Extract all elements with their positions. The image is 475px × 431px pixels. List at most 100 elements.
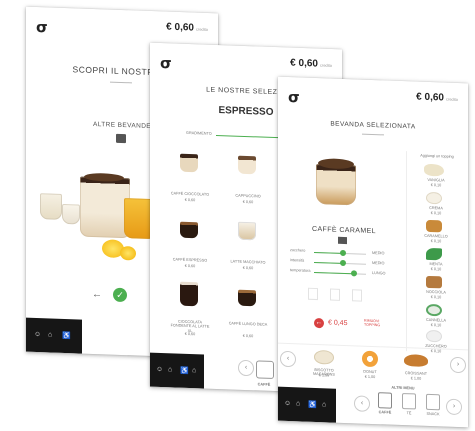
topping-item[interactable]: NOCCIOLA € 0,10 bbox=[414, 275, 458, 303]
product-name: CAFFÈ CARAMEL bbox=[312, 225, 376, 236]
tab-label: TÈ bbox=[406, 411, 412, 416]
snacks-next-icon[interactable]: › bbox=[450, 356, 466, 374]
user-icon[interactable]: ☺ bbox=[156, 366, 163, 373]
snack-price: € 1,00 bbox=[410, 376, 422, 381]
product-card[interactable]: CAPPUCCINO € 0,60 bbox=[226, 153, 270, 205]
topping-price: € 0,10 bbox=[430, 211, 442, 216]
coffee-tab-label: CAFFÈ bbox=[257, 382, 271, 387]
remove-icon[interactable]: ← bbox=[314, 317, 324, 329]
menu-tab-coffee[interactable]: CAFFÈ bbox=[374, 392, 396, 421]
product-card[interactable]: CAFFÈ ESPRESSO € 0,60 bbox=[168, 217, 212, 269]
control-handle[interactable] bbox=[340, 249, 346, 257]
control-label: zucchero bbox=[290, 248, 306, 253]
product-price: € 0,60 bbox=[184, 331, 196, 337]
user-icon[interactable]: ☺ bbox=[34, 331, 41, 338]
tea-icon bbox=[402, 393, 416, 410]
product-grid: CAFFÈ CIOCCOLATO € 0,60 CAPPUCCINO € 0,6… bbox=[150, 43, 342, 338]
home-icon[interactable]: ⌂ bbox=[168, 366, 172, 373]
temperature-slider[interactable]: temperatura LUNGO bbox=[290, 267, 394, 279]
topping-price: € 0,10 bbox=[430, 295, 442, 300]
accessibility-footer: ☺ ⌂ ♿ bbox=[26, 317, 82, 354]
topping-item[interactable]: CANNELLA € 0,10 bbox=[414, 303, 458, 331]
title-divider bbox=[110, 81, 132, 84]
accessibility-icon[interactable]: ♿ bbox=[308, 401, 317, 409]
accessibility-icon[interactable]: ♿ bbox=[180, 367, 189, 375]
control-value: MEDIO bbox=[372, 260, 385, 266]
house-icon[interactable]: ⌂ bbox=[192, 367, 196, 374]
product-name: LATTE MACCHIATO bbox=[230, 259, 266, 265]
topping-price: € 0,10 bbox=[430, 267, 442, 272]
control-handle[interactable] bbox=[340, 259, 346, 267]
rating-label: GRADIMENTO bbox=[186, 130, 212, 136]
mint-image bbox=[426, 247, 442, 261]
control-fill bbox=[314, 251, 342, 254]
house-icon[interactable]: ⌂ bbox=[322, 401, 326, 408]
cream-image bbox=[426, 191, 442, 205]
credit-display: € 0,60 credito bbox=[290, 58, 332, 70]
snack-icon bbox=[426, 393, 440, 411]
control-label: intensità bbox=[290, 258, 305, 263]
topping-title: Aggiungi un topping bbox=[420, 153, 454, 159]
remove-topping-link[interactable]: RIMUOVI TOPPING bbox=[364, 319, 388, 328]
control-value: LUNGO bbox=[372, 270, 386, 276]
confirm-check-icon[interactable]: ✓ bbox=[113, 287, 127, 303]
user-icon[interactable]: ☺ bbox=[284, 400, 291, 407]
product-card[interactable]: CAFFÈ LUNGO DECA € 0,60 bbox=[226, 283, 270, 341]
snack-item[interactable]: DONUT € 1,00 bbox=[350, 349, 390, 384]
product-category-icon bbox=[338, 236, 347, 245]
credit-label: credito bbox=[445, 96, 458, 102]
size-option-icon[interactable] bbox=[308, 287, 318, 301]
back-arrow-icon[interactable]: ← bbox=[92, 289, 102, 300]
size-option-icon[interactable] bbox=[352, 289, 362, 302]
brand-logo: σ bbox=[288, 88, 300, 107]
product-name: CAFFÈ CIOCCOLATO bbox=[170, 191, 210, 197]
cup-image bbox=[238, 155, 256, 175]
donut-image bbox=[362, 350, 378, 368]
snacks-prev-icon[interactable]: ‹ bbox=[280, 350, 296, 368]
brand-logo: σ bbox=[36, 17, 48, 37]
snack-item[interactable]: BISCOTTO MACARONS € 1,00 bbox=[304, 348, 344, 383]
more-menu-label: ALTRI MENU bbox=[391, 385, 415, 391]
topping-item[interactable]: VANIGLIA € 0,10 bbox=[414, 163, 458, 191]
product-card[interactable]: CIOCCOLATA FONDENTE AL LATTE XL € 0,60 bbox=[168, 281, 212, 339]
topping-item[interactable]: CARAMELLO € 0,10 bbox=[414, 219, 458, 247]
croissant-image bbox=[404, 354, 428, 367]
menu-tab-snack[interactable]: SNACK bbox=[422, 393, 444, 423]
tab-label: CAFFÈ bbox=[378, 410, 392, 415]
accessibility-footer: ☺ ⌂ ♿ ⌂ bbox=[278, 386, 336, 423]
menu-next-icon[interactable]: › bbox=[446, 398, 462, 416]
vanilla-image bbox=[424, 163, 444, 177]
size-option-icon[interactable] bbox=[330, 288, 340, 301]
menu-prev-icon[interactable]: ‹ bbox=[354, 395, 370, 412]
credit-display: € 0,60 credito bbox=[166, 22, 208, 34]
macaron-image bbox=[314, 349, 334, 365]
drinks-category-icon bbox=[116, 133, 126, 144]
product-price: € 0,60 bbox=[242, 333, 254, 339]
hazelnut-image bbox=[426, 275, 442, 289]
small-cup-left bbox=[40, 193, 62, 220]
product-price: € 0,60 bbox=[242, 199, 254, 205]
cinnamon-image bbox=[426, 303, 442, 317]
customization-controls: zucchero MEDIO intensità MEDIO temperatu… bbox=[278, 77, 468, 277]
product-card[interactable]: CAFFÈ CIOCCOLATO € 0,60 bbox=[168, 151, 212, 203]
cup-image bbox=[180, 221, 198, 239]
home-icon[interactable]: ⌂ bbox=[48, 331, 52, 338]
control-label: temperatura bbox=[290, 268, 311, 273]
coffee-tab-icon[interactable] bbox=[256, 360, 274, 379]
credit-amount: € 0,60 bbox=[166, 21, 194, 34]
topping-item[interactable]: MENTA € 0,10 bbox=[414, 247, 458, 275]
snack-price: € 1,00 bbox=[364, 374, 376, 380]
menu-tab-tea[interactable]: TÈ bbox=[398, 393, 420, 422]
product-name: CAPPUCCINO bbox=[235, 193, 261, 199]
coffee-icon bbox=[378, 392, 392, 409]
accessibility-icon[interactable]: ♿ bbox=[62, 332, 71, 340]
product-card[interactable]: LATTE MACCHIATO € 0,60 bbox=[226, 219, 270, 271]
home-icon[interactable]: ⌂ bbox=[296, 400, 300, 407]
snack-item[interactable]: CROISSANT € 1,00 bbox=[396, 351, 436, 386]
product-price: € 0,60 bbox=[184, 197, 196, 203]
cup-image bbox=[238, 289, 256, 307]
rating-track bbox=[216, 134, 282, 139]
prev-arrow-icon[interactable]: ‹ bbox=[238, 359, 254, 377]
control-handle[interactable] bbox=[351, 270, 357, 277]
topping-item[interactable]: CREMA € 0,10 bbox=[414, 191, 458, 219]
